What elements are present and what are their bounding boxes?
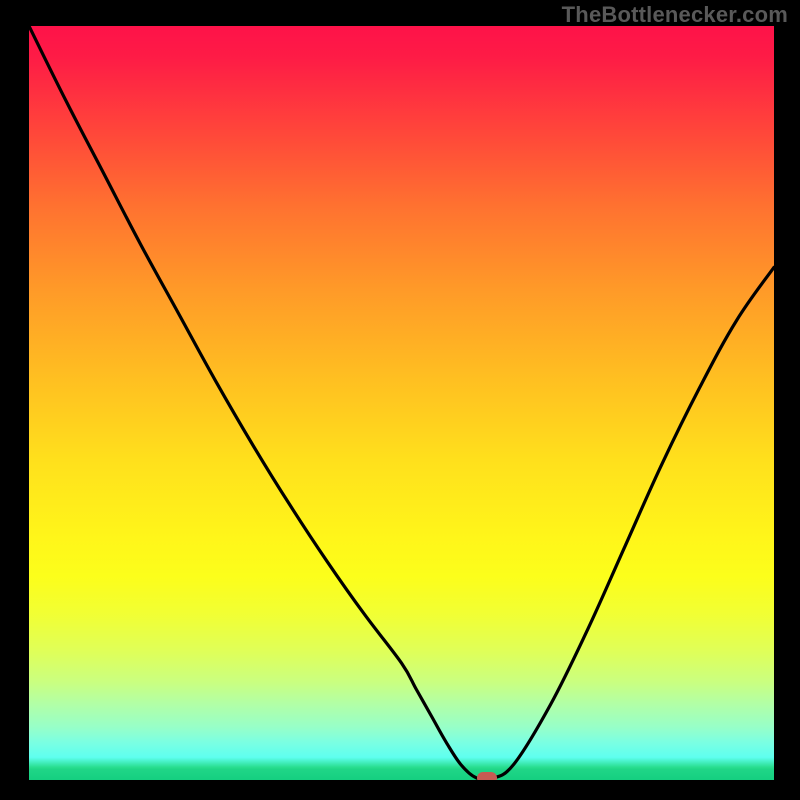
chart-frame: TheBottlenecker.com — [0, 0, 800, 800]
bottleneck-curve — [29, 26, 774, 780]
watermark-label: TheBottlenecker.com — [562, 2, 788, 28]
optimal-marker — [477, 772, 497, 780]
plot-area — [29, 26, 774, 780]
